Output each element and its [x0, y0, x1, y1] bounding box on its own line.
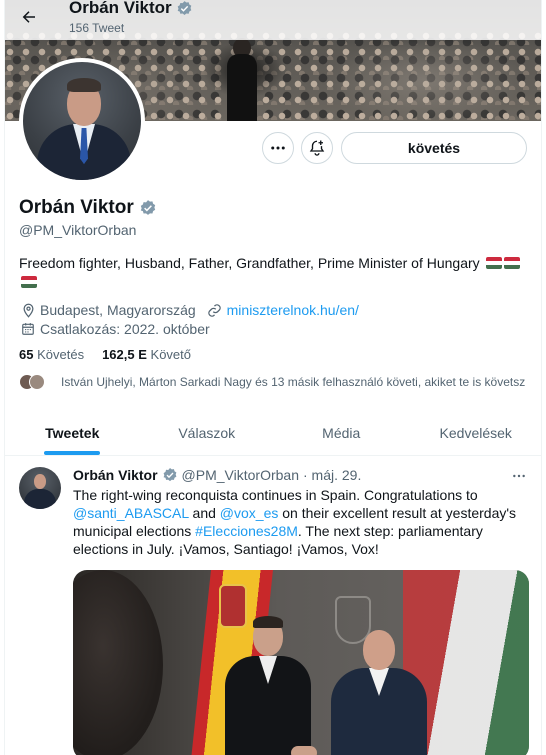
tweet-author[interactable]: Orbán Viktor — [73, 467, 158, 483]
header-name: Orbán Viktor — [69, 0, 172, 17]
tab-media[interactable]: Média — [274, 410, 409, 455]
tweet-handle[interactable]: @PM_ViktorOrban — [182, 467, 299, 483]
arrow-left-icon — [22, 11, 35, 23]
tweet-avatar[interactable] — [19, 467, 61, 509]
profile-website[interactable]: miniszterelnok.hu/en/ — [227, 301, 359, 319]
verified-badge-icon[interactable] — [139, 199, 157, 217]
tweet-text: The right-wing reconquista continues in … — [73, 487, 517, 557]
follow-counts: 65 Követés 162,5 E Követő — [19, 347, 191, 362]
bio-text: Freedom fighter, Husband, Father, Grandf… — [19, 255, 480, 271]
banner-speaker — [227, 38, 257, 121]
tab-replies[interactable]: Válaszok — [140, 410, 275, 455]
tweet-header: Orbán Viktor @PM_ViktorOrban · máj. 29. — [73, 467, 361, 483]
tweet[interactable]: Orbán Viktor @PM_ViktorOrban · máj. 29. … — [5, 457, 541, 755]
profile-joined: Csatlakozás: 2022. október — [40, 321, 210, 337]
follow-button[interactable]: követés — [341, 132, 527, 164]
profile-bio: Freedom fighter, Husband, Father, Grandf… — [19, 254, 529, 292]
hungary-flag-icon — [21, 276, 37, 288]
profile-display-name: Orbán Viktor — [19, 197, 134, 218]
profile-meta: Budapest, Magyarország miniszterelnok.hu… — [19, 301, 359, 339]
known-followers-avatars — [19, 374, 51, 390]
profile-location: Budapest, Magyarország — [40, 302, 196, 318]
following-link[interactable]: 65 Követés — [19, 347, 84, 362]
tweet-count: 156 Tweet — [69, 21, 125, 35]
profile-header: Orbán Viktor 156 Tweet — [5, 0, 541, 40]
followers-link[interactable]: 162,5 E Követő — [102, 347, 191, 362]
mention-link[interactable]: @santi_ABASCAL — [73, 505, 189, 521]
profile-page: Orbán Viktor 156 Tweet követés Orbán Vik… — [4, 0, 542, 755]
more-horizontal-icon — [513, 474, 525, 478]
tweet-date[interactable]: · máj. 29. — [303, 467, 361, 483]
profile-handle: @PM_ViktorOrban — [19, 222, 137, 238]
hungary-flag-icon — [503, 257, 520, 269]
known-followers[interactable]: István Ujhelyi, Márton Sarkadi Nagy és 1… — [19, 374, 525, 390]
more-horizontal-icon — [271, 146, 285, 150]
hungary-flag-icon — [485, 257, 502, 269]
more-button[interactable] — [262, 132, 294, 164]
tab-likes[interactable]: Kedvelések — [409, 410, 542, 455]
header-title: Orbán Viktor — [69, 0, 193, 18]
verified-badge-icon — [177, 0, 191, 15]
profile-name: Orbán Viktor — [19, 197, 157, 219]
tweet-photo[interactable] — [73, 570, 529, 755]
profile-avatar[interactable] — [19, 58, 145, 184]
tab-tweets[interactable]: Tweetek — [5, 410, 140, 455]
back-button[interactable] — [13, 1, 45, 33]
location-pin-icon — [19, 301, 37, 319]
bell-plus-icon — [309, 140, 325, 156]
notify-button[interactable] — [301, 132, 333, 164]
mention-link[interactable]: @vox_es — [220, 505, 279, 521]
calendar-icon — [19, 320, 37, 338]
verified-badge-icon — [163, 468, 176, 482]
profile-tabs: Tweetek Válaszok Média Kedvelések — [5, 410, 542, 456]
hashtag-link[interactable]: #Elecciones28M — [195, 523, 298, 539]
tweet-more-button[interactable] — [509, 467, 529, 485]
known-followers-text: István Ujhelyi, Márton Sarkadi Nagy és 1… — [61, 375, 526, 389]
link-icon — [206, 301, 224, 319]
